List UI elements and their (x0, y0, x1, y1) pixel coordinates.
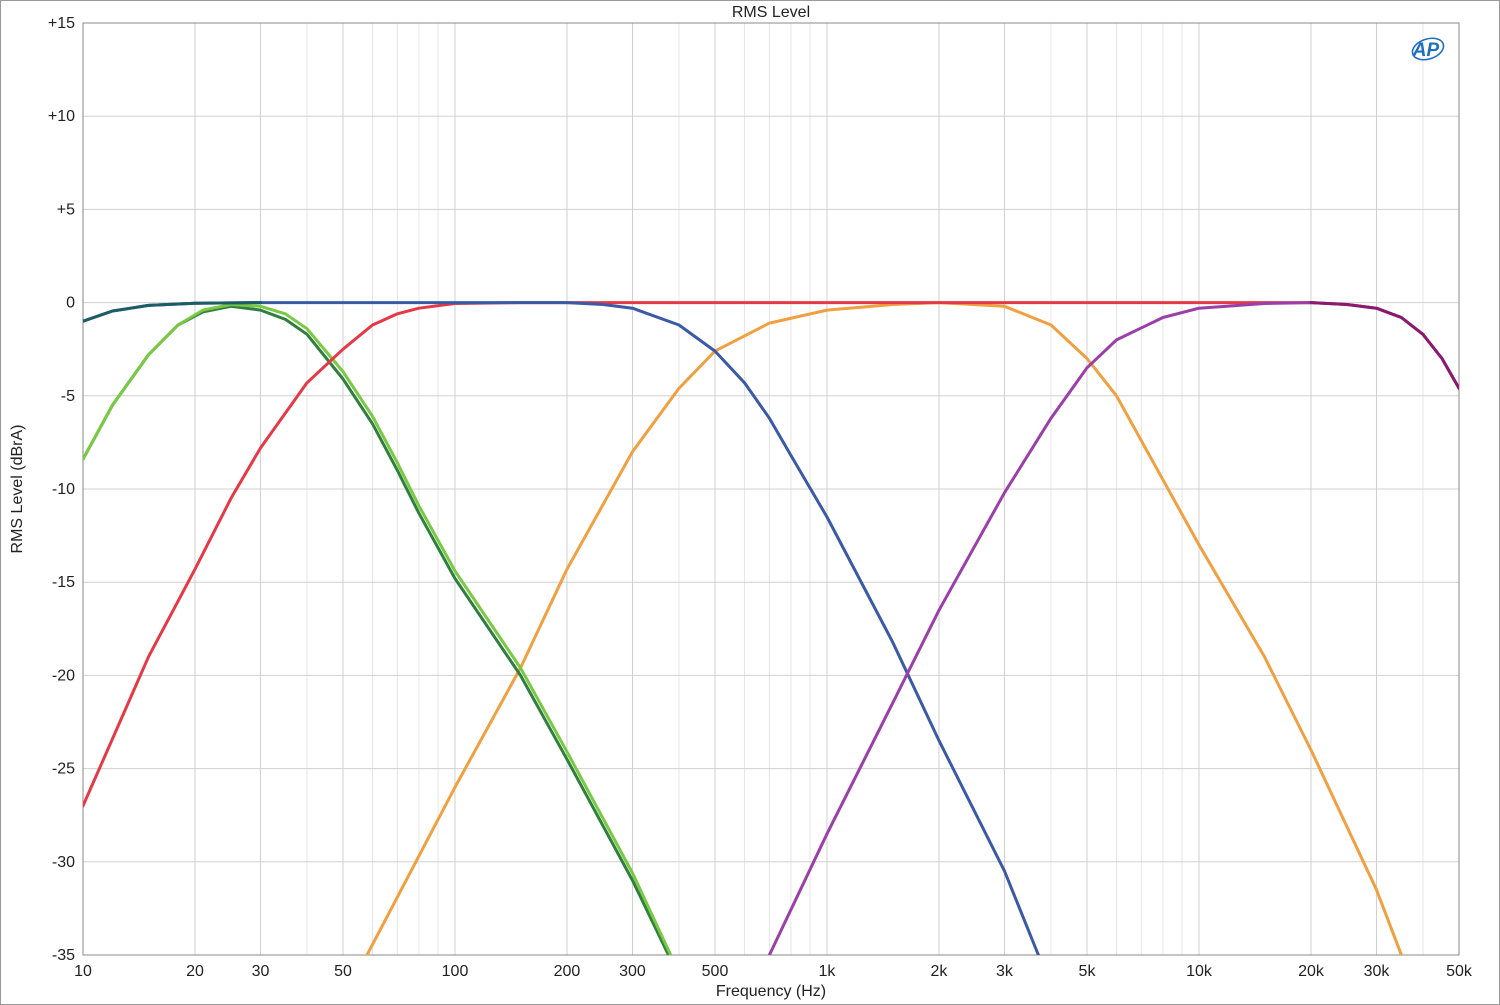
y-tick-label: +10 (48, 108, 75, 125)
y-axis-title: RMS Level (dBrA) (9, 425, 26, 554)
x-tick-labels: 10 20 30 50 100 200 300 500 1k 2k 3k 5k 10k 20k 30k 50k (74, 963, 1473, 980)
x-tick-label: 5k (1079, 963, 1097, 980)
y-tick-label: -25 (52, 761, 75, 778)
ap-logo-text: AP (1412, 40, 1440, 61)
y-tick-label: -5 (61, 388, 75, 405)
x-tick-label: 1k (819, 963, 837, 980)
x-tick-label: 50 (334, 963, 352, 980)
x-tick-label: 200 (554, 963, 581, 980)
x-tick-label: 3k (996, 963, 1014, 980)
y-tick-label: -20 (52, 667, 75, 684)
series-line (83, 303, 673, 955)
x-axis-title: Frequency (Hz) (716, 983, 826, 1000)
chart-title: RMS Level (732, 4, 810, 21)
series-line (83, 304, 670, 955)
y-tick-label: -35 (52, 947, 75, 964)
rms-level-chart: +15+10+50-5-10-15-20-25-30-35 10 20 30 50 10… (9, 4, 1473, 1000)
y-tick-label: -10 (52, 481, 75, 498)
series-line (83, 301, 1040, 955)
x-tick-label: 50k (1446, 963, 1473, 980)
series-line (83, 301, 1313, 808)
y-tick-label: -30 (52, 854, 75, 871)
x-tick-label: 10 (74, 963, 92, 980)
x-tick-label: 30k (1364, 963, 1391, 980)
x-tick-label: 20k (1298, 963, 1325, 980)
ap-logo: AP (1411, 37, 1445, 61)
x-tick-label: 500 (702, 963, 729, 980)
series-line (1309, 301, 1459, 390)
x-tick-label: 2k (931, 963, 949, 980)
x-tick-label: 20 (186, 963, 204, 980)
x-tick-label: 300 (619, 963, 646, 980)
y-tick-label: -15 (52, 574, 75, 591)
x-tick-label: 100 (442, 963, 469, 980)
y-tick-label: +15 (48, 15, 75, 32)
series-line (767, 301, 1459, 955)
y-tick-label: 0 (66, 295, 75, 312)
y-tick-label: +5 (57, 201, 75, 218)
major-grid (82, 22, 1460, 956)
x-tick-label: 30 (252, 963, 270, 980)
y-tick-labels: +15 +10 +5 0 -5 -10 -15 -20 -25 -30 -35 (48, 15, 75, 964)
x-tick-label: 10k (1186, 963, 1213, 980)
series-layer (83, 301, 1459, 955)
